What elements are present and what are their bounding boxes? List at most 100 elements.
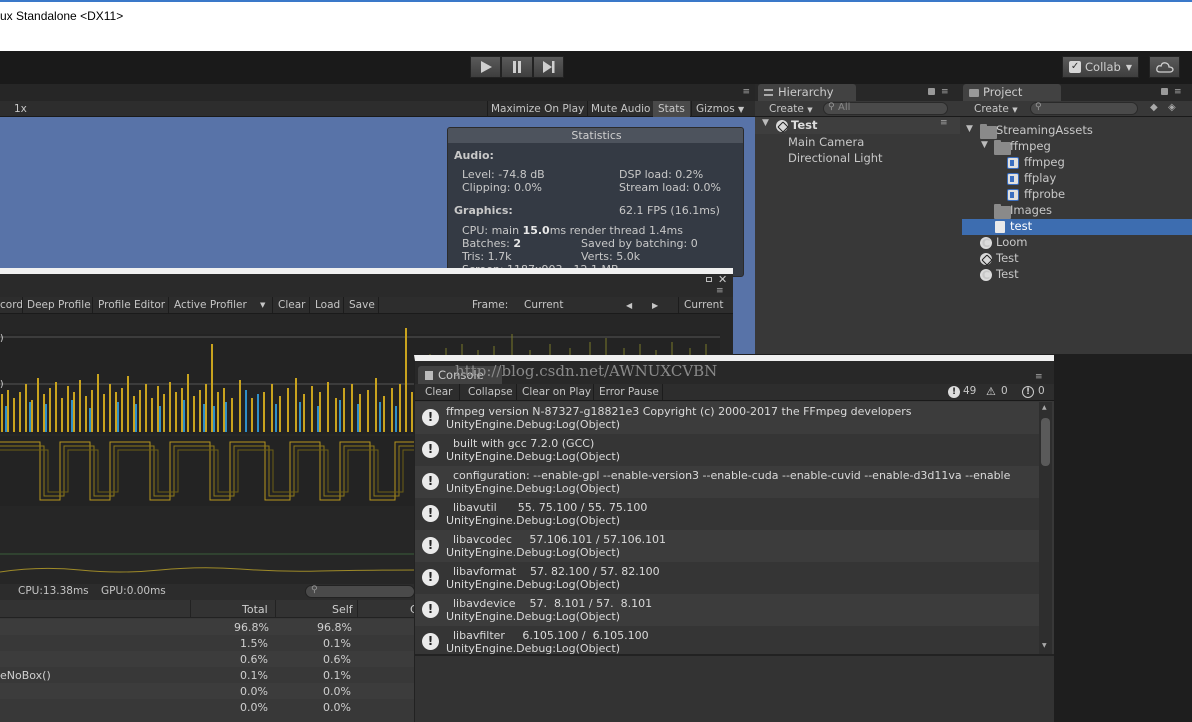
project-item-test-scene[interactable]: Test — [996, 251, 1019, 265]
warning-count-toggle[interactable]: ⚠ 0 — [983, 385, 1015, 399]
game-tabstrip: ≡ — [0, 84, 755, 101]
log-entry[interactable]: ! libavutil 55. 75.100 / 55. 75.100 Unit… — [415, 498, 1039, 530]
cloud-button[interactable] — [1149, 56, 1180, 78]
log-entry[interactable]: ! built with gcc 7.2.0 (GCC) UnityEngine… — [415, 434, 1039, 466]
deep-profile-toggle[interactable]: Deep Profile — [27, 299, 91, 311]
profiler-load-button[interactable]: Load — [315, 299, 340, 311]
close-icon[interactable]: ✕ — [718, 273, 727, 286]
scene-row[interactable]: ▼ Test ≡ — [755, 117, 960, 134]
mute-audio-button[interactable]: Mute Audio — [591, 103, 650, 115]
tris-stat: Tris: 1.7k — [462, 250, 512, 263]
project-create-button[interactable]: Create ▼ — [974, 103, 1018, 115]
filter-by-type-icon[interactable]: ◆ — [1150, 102, 1158, 113]
folder-icon — [969, 89, 979, 97]
play-icon — [480, 61, 492, 73]
project-item-ffplay[interactable]: ffplay — [1024, 171, 1056, 185]
log-entry[interactable]: ! libavformat 57. 82.100 / 57. 82.100 Un… — [415, 562, 1039, 594]
clear-on-play-toggle[interactable]: Clear on Play — [522, 386, 591, 398]
table-row[interactable]: 0.6% 0.6% — [0, 651, 420, 667]
table-row[interactable]: 96.8% 96.8% — [0, 619, 420, 635]
gizmos-button[interactable]: Gizmos — [696, 103, 735, 115]
log-entry[interactable]: ! libavcodec 57.106.101 / 57.106.101 Uni… — [415, 530, 1039, 562]
table-row[interactable]: eNoBox() 0.1% 0.1% — [0, 667, 420, 683]
scrollbar-thumb[interactable] — [1041, 418, 1050, 466]
error-count-toggle[interactable]: ! 0 — [1018, 385, 1052, 399]
panel-menu-icon[interactable]: ≡ — [1174, 87, 1182, 97]
play-button[interactable] — [470, 56, 501, 78]
prev-frame-icon[interactable]: ◀ — [626, 301, 632, 310]
step-button[interactable] — [533, 56, 564, 78]
project-item-images[interactable]: Images — [1010, 203, 1052, 217]
next-frame-icon[interactable]: ▶ — [652, 301, 658, 310]
error-pause-toggle[interactable]: Error Pause — [599, 386, 659, 398]
expand-arrow-icon[interactable]: ▼ — [981, 140, 988, 150]
tab-hierarchy[interactable]: Hierarchy — [758, 84, 856, 101]
table-row[interactable]: 0.0% 0.0% — [0, 699, 420, 715]
caret-down-icon[interactable]: ▼ — [738, 105, 744, 114]
collab-label: Collab — [1085, 60, 1121, 74]
hierarchy-item-directional-light[interactable]: Directional Light — [788, 151, 883, 165]
active-profiler-dropdown[interactable]: Active Profiler — [174, 299, 247, 311]
pause-button[interactable] — [501, 56, 533, 78]
main-toolbar: ✓ Collab ▼ — [0, 51, 1192, 84]
scroll-down-icon[interactable]: ▼ — [1042, 642, 1047, 649]
scroll-up-icon[interactable]: ▲ — [1042, 404, 1047, 411]
record-toggle[interactable]: cord — [0, 299, 23, 311]
project-item-ffprobe[interactable]: ffprobe — [1024, 187, 1065, 201]
log-entry[interactable]: ! libavdevice 57. 8.101 / 57. 8.101 Unit… — [415, 594, 1039, 626]
panel-menu-icon[interactable]: ≡ — [940, 118, 948, 128]
console-detail-area[interactable] — [415, 654, 1054, 722]
hierarchy-create-button[interactable]: Create ▼ — [769, 103, 813, 115]
current-frame-button[interactable]: Current — [684, 299, 723, 311]
hierarchy-item-main-camera[interactable]: Main Camera — [788, 135, 864, 149]
expand-arrow-icon[interactable]: ▼ — [762, 118, 769, 128]
maximize-on-play-button[interactable]: Maximize On Play — [491, 103, 584, 115]
profiler-save-button[interactable]: Save — [349, 299, 375, 311]
console-scrollbar[interactable]: ▲ ▼ — [1039, 402, 1052, 654]
expand-arrow-icon[interactable]: ▼ — [966, 124, 973, 134]
console-icon — [425, 371, 433, 380]
console-clear-button[interactable]: Clear — [425, 386, 452, 398]
log-stacktrace: UnityEngine.Debug:Log(Object) — [446, 418, 621, 431]
maximize-icon[interactable] — [706, 277, 712, 282]
panel-menu-icon[interactable]: ≡ — [941, 87, 949, 97]
project-item-loom[interactable]: Loom — [996, 235, 1027, 249]
project-item-test-script[interactable]: Test — [996, 267, 1019, 281]
log-stacktrace: UnityEngine.Debug:Log(Object) — [446, 482, 621, 495]
filter-by-label-icon[interactable]: ◈ — [1168, 102, 1176, 113]
game-scale-label[interactable]: 1x — [14, 103, 27, 115]
lock-icon[interactable] — [1161, 88, 1168, 95]
log-entry[interactable]: ! configuration: --enable-gpl --enable-v… — [415, 466, 1039, 498]
panel-menu-icon[interactable]: ≡ — [1035, 372, 1043, 382]
table-row[interactable]: 0.0% 0.0% — [0, 683, 420, 699]
log-info-icon: ! — [422, 409, 439, 426]
table-row[interactable]: 1.5% 0.1% — [0, 635, 420, 651]
stats-button[interactable]: Stats — [658, 103, 685, 115]
lock-icon[interactable] — [928, 88, 935, 95]
project-item-ffmpeg[interactable]: ffmpeg — [1024, 155, 1065, 169]
profile-editor-toggle[interactable]: Profile Editor — [98, 299, 165, 311]
stream-load: Stream load: 0.0% — [619, 181, 721, 194]
profiler-clear-button[interactable]: Clear — [278, 299, 305, 311]
project-item-ffmpeg-folder[interactable]: ffmpeg — [1010, 139, 1051, 153]
profiler-search-field[interactable]: ⚲ — [305, 585, 415, 598]
log-entry[interactable]: ! libavfilter 6.105.100 / 6.105.100 Unit… — [415, 626, 1039, 654]
cpu-time: CPU:13.38ms — [18, 585, 89, 597]
panel-menu-icon[interactable]: ≡ — [742, 87, 750, 97]
collapse-toggle[interactable]: Collapse — [468, 386, 513, 398]
log-entry[interactable]: ! ffmpeg version N-87327-g18821e3 Copyri… — [415, 402, 1039, 434]
tab-project[interactable]: Project — [963, 84, 1061, 101]
panel-menu-icon[interactable]: ≡ — [716, 286, 724, 296]
info-count-toggle[interactable]: ! 49 — [943, 385, 979, 399]
project-search-field[interactable]: ⚲ — [1030, 102, 1138, 115]
column-self[interactable]: Self — [332, 603, 353, 616]
project-item-test-file[interactable]: test — [1010, 219, 1032, 233]
hierarchy-search-field[interactable]: ⚲ All — [823, 102, 948, 115]
cpu-main-value: 15.0 — [522, 224, 550, 237]
caret-down-icon[interactable]: ▼ — [260, 301, 265, 309]
verts-stat: Verts: 5.0k — [581, 250, 641, 263]
cpu-suffix: ms render thread 1.4ms — [549, 224, 683, 237]
collab-button[interactable]: ✓ Collab ▼ — [1062, 56, 1139, 78]
project-item-streamingassets[interactable]: StreamingAssets — [996, 123, 1093, 137]
column-total[interactable]: Total — [242, 603, 268, 616]
